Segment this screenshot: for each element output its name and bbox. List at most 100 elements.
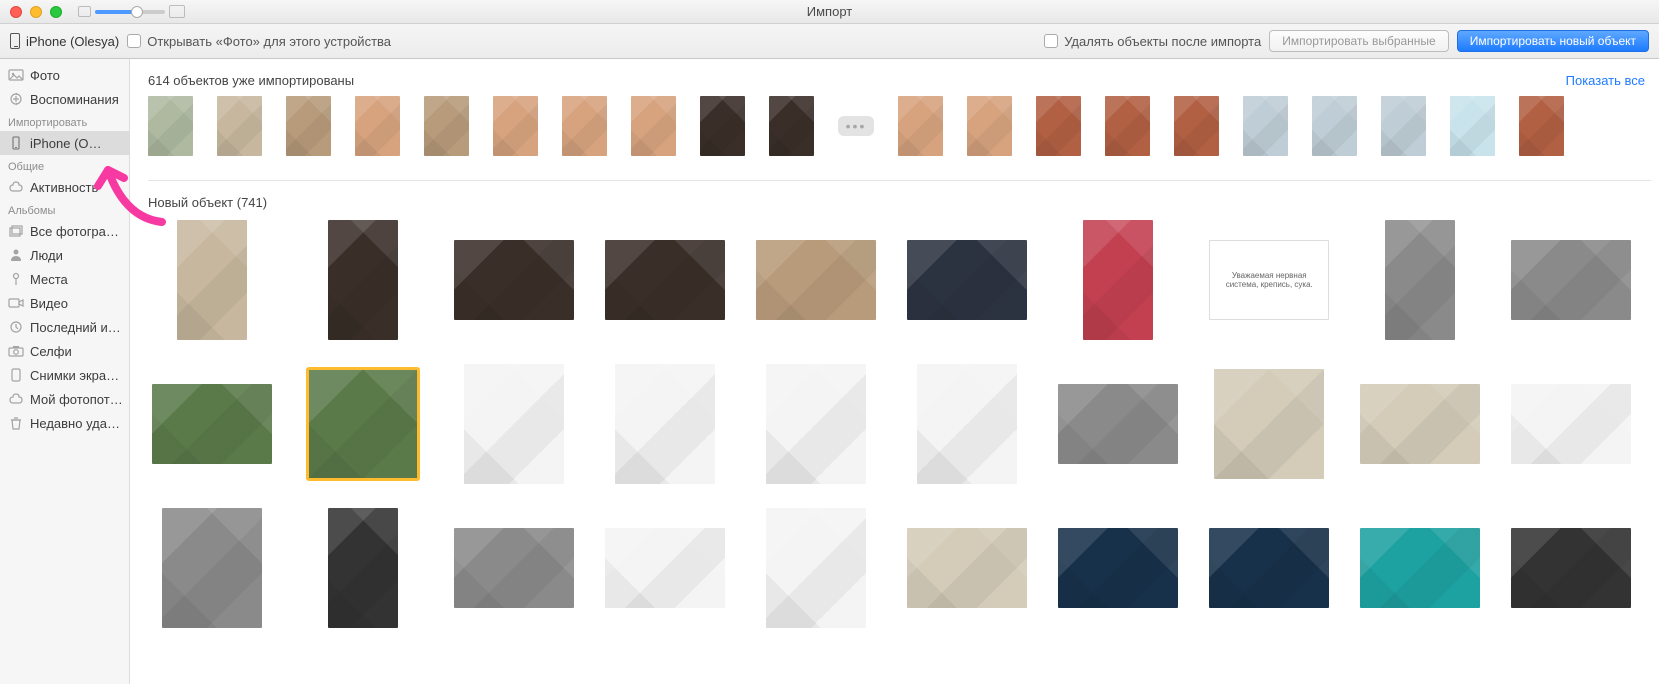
thumbnail[interactable]: [917, 364, 1017, 484]
fullscreen-window-button[interactable]: [50, 6, 62, 18]
thumbnail[interactable]: [756, 240, 876, 320]
checkbox-icon[interactable]: [127, 34, 141, 48]
sidebar-item-photostream[interactable]: Мой фотопот…: [0, 387, 129, 411]
thumbnail[interactable]: Уважаемая нервная система, крепись, сука…: [1209, 240, 1329, 320]
thumbnail[interactable]: [1381, 96, 1426, 156]
window-title: Импорт: [0, 4, 1659, 19]
sidebar-item-photos[interactable]: Фото: [0, 63, 129, 87]
pin-icon: [8, 272, 24, 286]
thumbnail[interactable]: [1511, 240, 1631, 320]
thumbnail[interactable]: [1083, 220, 1153, 340]
show-all-link[interactable]: Показать все: [1566, 73, 1645, 88]
thumbnail[interactable]: [217, 96, 262, 156]
thumbnail[interactable]: [1058, 384, 1178, 464]
thumbnail[interactable]: [1105, 96, 1150, 156]
thumbnail[interactable]: [605, 528, 725, 608]
thumbnail[interactable]: [1036, 96, 1081, 156]
thumbnail[interactable]: [328, 508, 398, 628]
thumbnail[interactable]: [1519, 96, 1564, 156]
zoom-thumb[interactable]: [131, 6, 143, 18]
thumbnail[interactable]: [152, 384, 272, 464]
sidebar-item-last-import[interactable]: Последний и…: [0, 315, 129, 339]
thumbnail[interactable]: [162, 508, 262, 628]
sidebar-item-screenshots[interactable]: Снимки экра…: [0, 363, 129, 387]
sidebar-section-import: Импортировать: [0, 111, 129, 131]
thumbnail[interactable]: [1209, 528, 1329, 608]
sidebar-item-recently-deleted[interactable]: Недавно уда…: [0, 411, 129, 435]
sidebar-item-label: Воспоминания: [30, 92, 119, 107]
sidebar-item-memories[interactable]: Воспоминания: [0, 87, 129, 111]
thumbnail[interactable]: [355, 96, 400, 156]
new-items-grid: Уважаемая нервная система, крепись, сука…: [148, 220, 1651, 628]
phone-icon: [8, 136, 24, 150]
stack-icon: [8, 224, 24, 238]
thumbnail[interactable]: [148, 96, 193, 156]
thumbnail[interactable]: [766, 364, 866, 484]
already-imported-strip: •••: [148, 96, 1651, 174]
sidebar-item-label: Селфи: [30, 344, 72, 359]
thumbnail[interactable]: [1360, 528, 1480, 608]
sidebar-item-label: Активность: [30, 180, 98, 195]
sidebar-item-label: Последний и…: [30, 320, 121, 335]
sidebar-item-selfies[interactable]: Селфи: [0, 339, 129, 363]
sidebar: Фото Воспоминания Импортировать iPhone (…: [0, 59, 130, 684]
screenshot-icon: [8, 368, 24, 382]
thumbnail[interactable]: [493, 96, 538, 156]
thumbnail[interactable]: [308, 369, 418, 479]
open-photos-checkbox[interactable]: Открывать «Фото» для этого устройства: [127, 34, 391, 49]
open-photos-label: Открывать «Фото» для этого устройства: [147, 34, 391, 49]
thumbnail[interactable]: [328, 220, 398, 340]
thumbnail[interactable]: [631, 96, 676, 156]
sidebar-item-label: Люди: [30, 248, 63, 263]
video-icon: [8, 296, 24, 310]
thumbnail[interactable]: [1511, 384, 1631, 464]
thumbnail[interactable]: [454, 528, 574, 608]
sidebar-item-activity[interactable]: Активность: [0, 175, 129, 199]
thumbnail[interactable]: [1450, 96, 1495, 156]
thumbnail[interactable]: [1360, 384, 1480, 464]
sidebar-item-people[interactable]: Люди: [0, 243, 129, 267]
main-content: 614 объектов уже импортированы Показать …: [130, 59, 1659, 684]
thumbnail[interactable]: [967, 96, 1012, 156]
sidebar-item-iphone[interactable]: iPhone (O…: [0, 131, 129, 155]
thumbnail[interactable]: [907, 528, 1027, 608]
thumbnail[interactable]: [286, 96, 331, 156]
thumbnail[interactable]: [700, 96, 745, 156]
sidebar-item-videos[interactable]: Видео: [0, 291, 129, 315]
thumbnail[interactable]: [464, 364, 564, 484]
import-selected-button[interactable]: Импортировать выбранные: [1269, 30, 1449, 52]
zoom-in-icon: [169, 5, 185, 18]
more-icon[interactable]: •••: [838, 116, 874, 136]
thumbnail[interactable]: [1243, 96, 1288, 156]
thumbnail[interactable]: [898, 96, 943, 156]
thumbnail[interactable]: [1174, 96, 1219, 156]
thumbnail[interactable]: [454, 240, 574, 320]
thumbnail[interactable]: [766, 508, 866, 628]
checkbox-icon[interactable]: [1044, 34, 1058, 48]
thumbnail[interactable]: [907, 240, 1027, 320]
thumbnail[interactable]: [615, 364, 715, 484]
sidebar-section-shared: Общие: [0, 155, 129, 175]
delete-after-label: Удалять объекты после импорта: [1064, 34, 1261, 49]
thumbnail[interactable]: [1511, 528, 1631, 608]
close-window-button[interactable]: [10, 6, 22, 18]
sidebar-item-label: Все фотогра…: [30, 224, 119, 239]
minimize-window-button[interactable]: [30, 6, 42, 18]
zoom-slider[interactable]: [95, 10, 165, 14]
delete-after-import-checkbox[interactable]: Удалять объекты после импорта: [1044, 34, 1261, 49]
sidebar-item-places[interactable]: Места: [0, 267, 129, 291]
thumbnail[interactable]: [177, 220, 247, 340]
thumbnail[interactable]: [1058, 528, 1178, 608]
device-name: iPhone (Olesya): [26, 34, 119, 49]
phone-icon: [10, 33, 20, 49]
thumbnail[interactable]: [562, 96, 607, 156]
thumbnail[interactable]: [769, 96, 814, 156]
sidebar-item-label: Видео: [30, 296, 68, 311]
thumbnail[interactable]: [1214, 369, 1324, 479]
sidebar-item-all-photos[interactable]: Все фотогра…: [0, 219, 129, 243]
thumbnail[interactable]: [605, 240, 725, 320]
thumbnail[interactable]: [424, 96, 469, 156]
import-new-button[interactable]: Импортировать новый объект: [1457, 30, 1649, 52]
thumbnail[interactable]: [1312, 96, 1357, 156]
thumbnail[interactable]: [1385, 220, 1455, 340]
